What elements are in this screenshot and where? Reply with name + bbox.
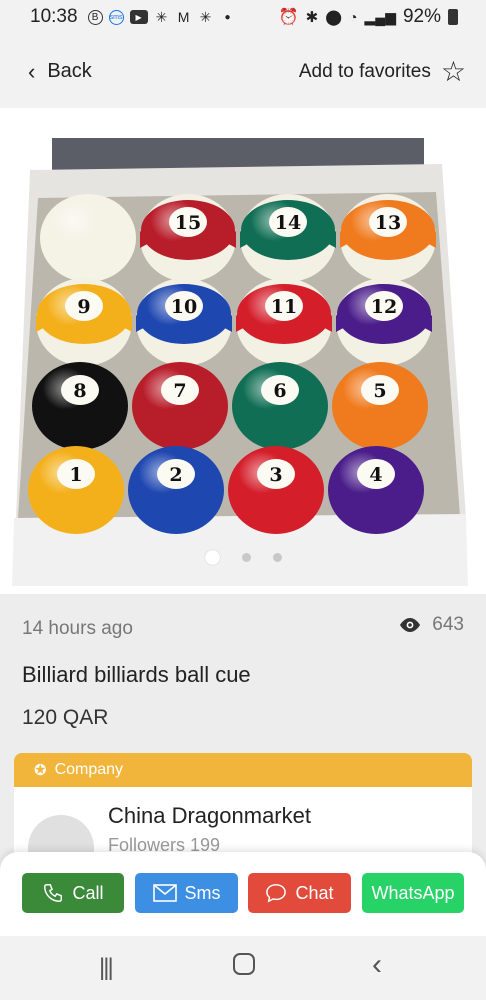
ball-number: 3 [269,464,282,486]
chat-button[interactable]: Chat [248,873,351,913]
ball-number: 14 [275,212,301,234]
ball-number: 12 [371,296,397,318]
ball-number: 13 [375,212,401,234]
billiard-ball-6: 6 [232,362,328,450]
status-bar: 10:38 B sms ▶ ✳ M ✳ ● ⏰ ✱ ⬤ ◔ ▂▄▆ 92% [0,0,486,36]
product-image: 15 14 139 10 11 128 7 6 51 2 3 4 [12,138,468,586]
billiard-ball-4: 4 [328,446,424,534]
gallery-dot-2[interactable] [241,553,251,562]
envelope-icon [152,884,177,902]
battery-percent: 92% [402,6,441,27]
billiard-ball-10: 10 [136,278,232,366]
billiard-ball-8: 8 [32,362,128,450]
back-label: Back [47,60,92,82]
youtube-icon: ▶ [129,10,148,24]
ball-number: 10 [171,296,197,318]
view-count: 643 [398,614,464,636]
ball-number: 9 [77,296,90,318]
status-left: 10:38 B sms ▶ ✳ M ✳ ● [30,6,236,28]
sms-button[interactable]: Sms [135,873,238,913]
ball-number: 5 [373,380,386,402]
listing-price: 120 QAR [22,706,109,729]
ball-number: 15 [175,212,201,234]
add-to-favorites-button[interactable]: Add to favorites ☆ [299,58,466,86]
billiard-ball-14: 14 [240,194,336,282]
billiard-ball-2: 2 [128,446,224,534]
ball-number: 1 [69,464,82,486]
back-nav-icon[interactable]: ‹ [372,948,382,982]
listing-info: 14 hours ago 643 Billiard billiards ball… [0,594,486,754]
ball-number: 8 [73,380,86,402]
flower-icon: ✳ [155,8,168,25]
badge-icon: ✪ [34,762,47,779]
billiard-ball-1: 1 [28,446,124,534]
top-bar: ‹ Back Add to favorites ☆ [0,36,486,108]
listing-title: Billiard billiards ball cue [22,662,251,687]
billiard-ball-15: 15 [140,194,236,282]
product-image-gallery[interactable]: 15 14 13 9 10 11 12 8 7 6 5 1 2 3 4 [0,108,486,594]
call-button[interactable]: Call [22,873,124,913]
ball-number: 4 [369,464,382,486]
system-nav-bar: ||| ‹ [0,936,486,1000]
call-label: Call [72,882,104,903]
contact-action-bar: Call Sms Chat WhatsApp [0,852,486,936]
star-icon: ☆ [440,56,466,87]
ball-number: 11 [271,296,297,318]
flower-icon: ✳ [199,8,212,25]
phone-icon [44,884,63,902]
billiard-ball-5: 5 [332,362,428,450]
wifi-icon: ◔ [349,9,358,25]
billiard-ball-13: 13 [340,194,436,282]
gallery-pagination [0,550,486,565]
billiard-ball-12: 12 [336,278,432,366]
gmail-icon: M [177,9,190,25]
home-icon[interactable] [232,952,256,983]
ball-number: 6 [273,380,286,402]
company-name[interactable]: China Dragonmarket [108,803,311,829]
chat-bubble-icon [266,884,287,903]
posted-time: 14 hours ago [22,618,133,639]
messages-icon: sms [108,9,124,25]
status-time: 10:38 [30,6,78,27]
company-card[interactable]: ✪ Company China Dragonmarket Followers 1… [14,753,472,863]
billiard-ball-9: 9 [36,278,132,366]
sms-label: Sms [184,882,221,903]
recent-apps-icon[interactable]: ||| [99,954,114,982]
dot-icon: ● [224,11,231,23]
company-header: ✪ Company [14,753,472,787]
ball-number: 7 [173,380,186,402]
battery-icon [448,9,458,25]
billiard-ball-3: 3 [228,446,324,534]
gallery-dot-1[interactable] [204,550,220,565]
billiard-ball-7: 7 [132,362,228,450]
location-icon: ⬤ [325,9,343,26]
alarm-icon: ⏰ [278,9,299,26]
chat-label: Chat [295,882,334,903]
whatsapp-button[interactable]: WhatsApp [362,873,464,913]
status-right: ⏰ ✱ ⬤ ◔ ▂▄▆ 92% [279,6,458,28]
company-header-label: Company [54,761,124,778]
eye-icon [400,618,421,632]
billiard-ball-11: 11 [236,278,332,366]
whatsapp-label: WhatsApp [371,882,455,903]
ball-number: 2 [169,464,182,486]
back-button[interactable]: ‹ Back [28,60,92,83]
views-number: 643 [432,614,464,635]
billiard-ball-cue [40,194,136,282]
bluetooth-icon: ✱ [305,9,319,26]
gallery-dot-3[interactable] [272,553,282,562]
signal-icon: ▂▄▆ [364,8,396,25]
chevron-left-icon: ‹ [28,58,36,84]
b-circle-icon: B [87,9,103,25]
favorites-label: Add to favorites [298,61,431,82]
